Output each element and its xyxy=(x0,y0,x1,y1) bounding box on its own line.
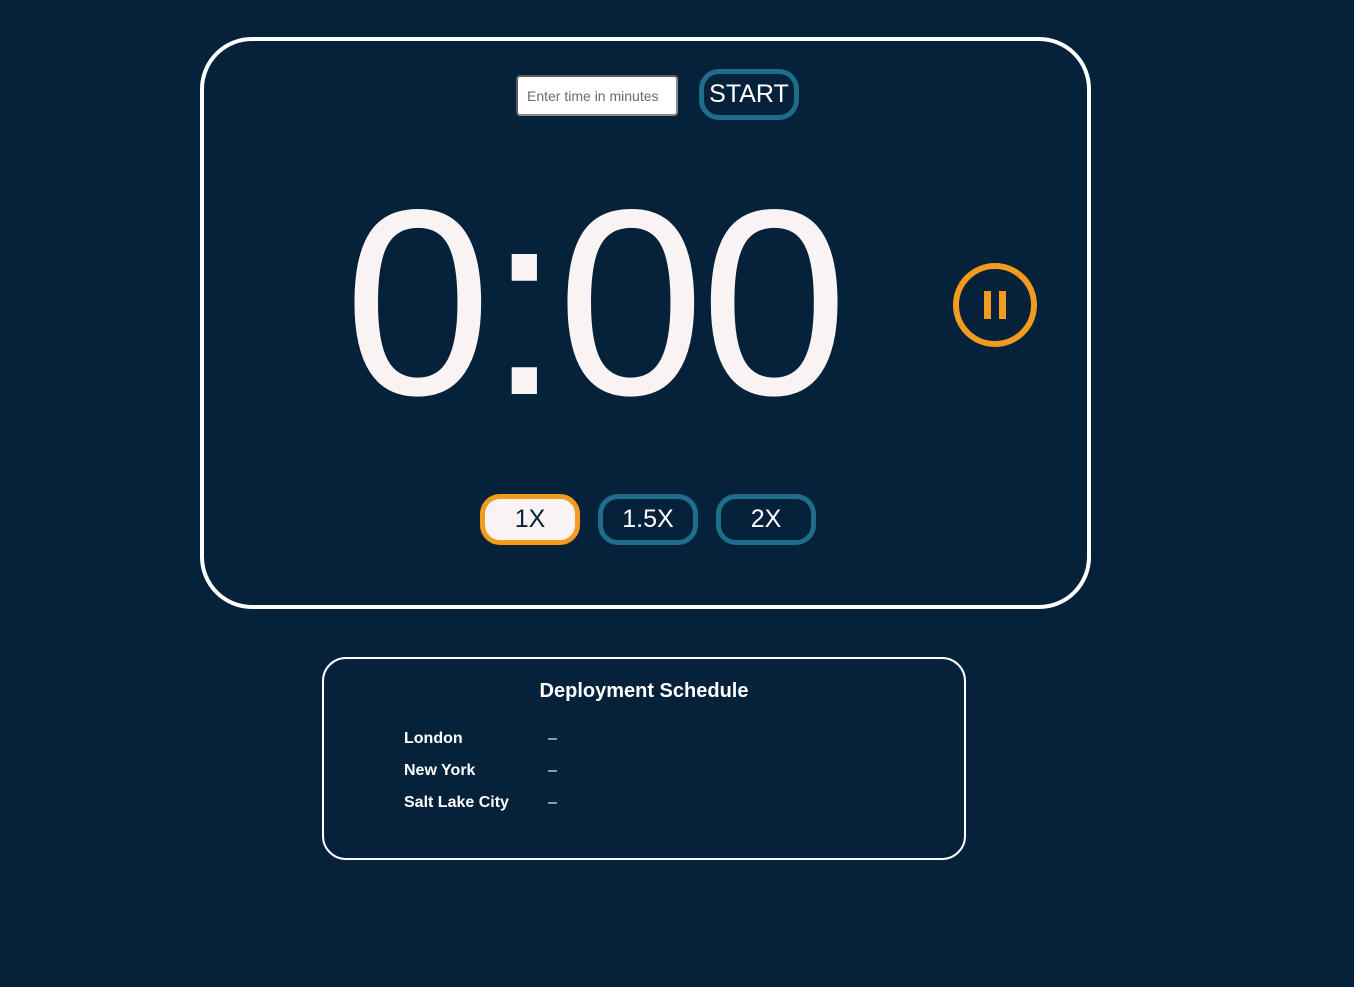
schedule-title: Deployment Schedule xyxy=(539,680,749,702)
schedule-city: New York xyxy=(404,762,476,779)
schedule-row-new-york: New York – xyxy=(404,760,804,782)
schedule-row-salt-lake-city: Salt Lake City – xyxy=(404,792,804,814)
speed-1x-button[interactable]: 1X xyxy=(480,494,580,545)
pause-icon xyxy=(984,291,1006,319)
schedule-value: – xyxy=(548,794,557,811)
deployment-schedule-card: Deployment Schedule London – New York – … xyxy=(322,657,966,860)
start-button[interactable]: START xyxy=(699,69,799,120)
schedule-row-london: London – xyxy=(404,728,804,750)
schedule-city: London xyxy=(404,730,463,747)
timer-card: START 0:00 1X 1.5X 2X xyxy=(200,37,1091,609)
minutes-input[interactable] xyxy=(516,75,678,116)
schedule-value: – xyxy=(548,762,557,779)
speed-1-5x-button[interactable]: 1.5X xyxy=(598,494,698,545)
schedule-value: – xyxy=(548,730,557,747)
speed-2x-button[interactable]: 2X xyxy=(716,494,816,545)
pause-button[interactable] xyxy=(953,263,1037,347)
schedule-city: Salt Lake City xyxy=(404,794,509,811)
time-display: 0:00 xyxy=(344,155,848,451)
